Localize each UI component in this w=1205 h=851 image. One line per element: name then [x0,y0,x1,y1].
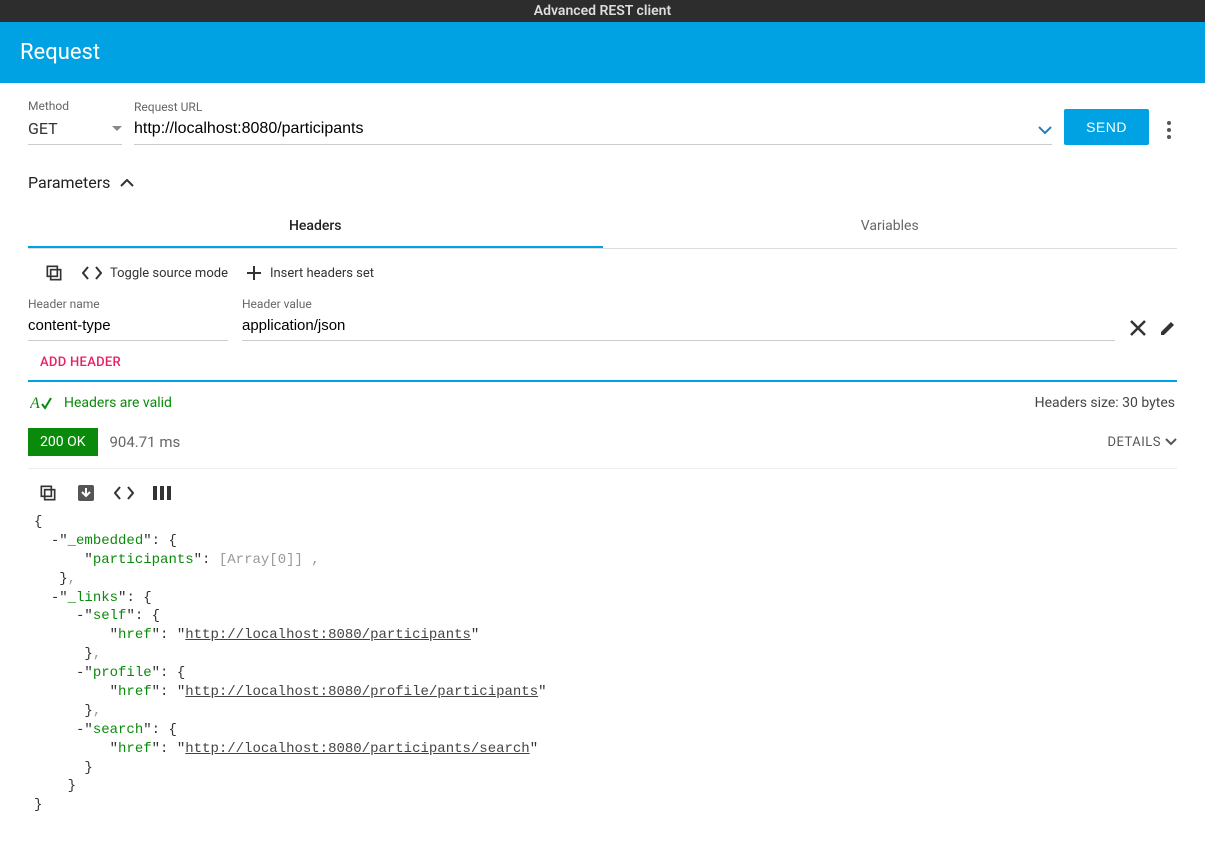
details-button[interactable]: DETAILS [1107,435,1177,450]
json-key: search [93,722,143,738]
method-value: GET [28,119,58,138]
json-key: profile [93,665,152,681]
headers-size: Headers size: 30 bytes [1035,395,1175,411]
method-select[interactable]: GET [28,115,122,145]
json-key: participants [93,552,194,568]
close-icon[interactable] [1129,319,1147,337]
json-array-meta[interactable]: [Array[0]] [219,552,303,568]
url-field: Request URL [134,100,1052,145]
url-input[interactable] [134,116,1038,144]
add-header-button[interactable]: ADD HEADER [28,341,1177,382]
json-key: href [118,627,152,643]
plus-icon [246,265,262,281]
header-row: Header name Header value [28,293,1177,341]
request-row: Method GET Request URL SEND [28,99,1177,145]
json-link[interactable]: http://localhost:8080/participants [185,627,471,643]
svg-text:A: A [30,395,40,412]
validation-row: A Headers are valid Headers size: 30 byt… [28,382,1177,424]
headers-toolbar: Toggle source mode Insert headers set [28,249,1177,293]
download-icon[interactable] [76,483,96,503]
tabs: Headers Variables [28,206,1177,249]
header-value-input[interactable] [242,313,1115,341]
chevron-down-icon [1165,438,1177,446]
copy-icon[interactable] [44,263,64,283]
parameters-label: Parameters [28,173,110,192]
code-icon [82,266,102,280]
page-title: Request [20,40,100,65]
chevron-up-icon [120,179,134,187]
edit-icon[interactable] [1159,319,1177,337]
parameters-toggle[interactable]: Parameters [28,173,1177,192]
url-label: Request URL [134,100,1052,114]
method-label: Method [28,99,122,113]
raw-view-icon[interactable] [114,483,134,503]
columns-icon[interactable] [152,483,172,503]
json-key: href [118,684,152,700]
dropdown-arrow-icon [112,126,122,132]
json-toggle[interactable]: - [51,590,59,606]
send-button[interactable]: SEND [1064,109,1149,145]
window-title: Advanced REST client [0,0,1205,22]
toggle-source-button[interactable]: Toggle source mode [82,266,228,281]
insert-headers-label: Insert headers set [270,266,374,281]
header-value-label: Header value [242,297,1115,311]
more-menu-icon[interactable] [1161,115,1177,145]
tab-variables[interactable]: Variables [603,206,1178,248]
url-dropdown-icon[interactable] [1038,126,1052,134]
validation-message: Headers are valid [64,395,172,411]
toggle-source-label: Toggle source mode [110,266,228,281]
header-name-input[interactable] [28,313,228,341]
status-row: 200 OK 904.71 ms DETAILS [28,428,1177,469]
tab-headers[interactable]: Headers [28,206,603,248]
details-label: DETAILS [1107,435,1161,450]
response-time: 904.71 ms [110,433,181,451]
header-name-label: Header name [28,297,228,311]
json-key: self [93,608,127,624]
app-header: Request [0,22,1205,83]
json-key: _embedded [68,533,144,549]
valid-check-icon: A [30,394,52,412]
copy-response-icon[interactable] [38,483,58,503]
insert-headers-button[interactable]: Insert headers set [246,265,374,281]
json-key: _links [68,590,118,606]
method-field: Method GET [28,99,122,145]
json-key: href [118,741,152,757]
json-toggle[interactable]: - [51,533,59,549]
status-badge: 200 OK [28,428,98,456]
json-link[interactable]: http://localhost:8080/profile/participan… [185,684,538,700]
response-body: { -"_embedded": { "participants": [Array… [28,513,1177,835]
response-toolbar [28,469,1177,513]
json-link[interactable]: http://localhost:8080/participants/searc… [185,741,529,757]
